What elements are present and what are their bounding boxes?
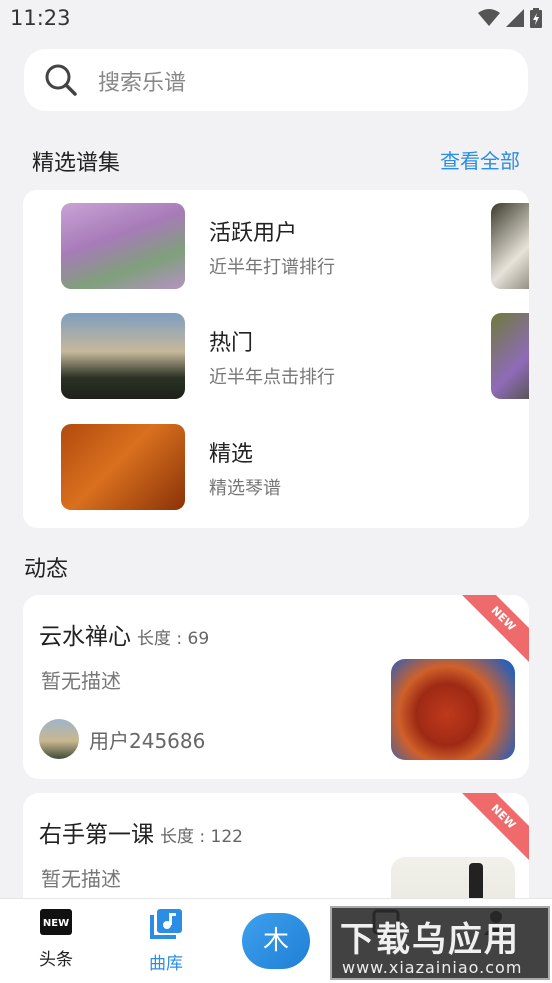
collection-item-hot[interactable]: 热门 近半年点击排行 xyxy=(61,313,461,399)
score-cover-image xyxy=(391,659,515,760)
score-name: 右手第一课 xyxy=(39,822,154,848)
score-length: 长度 : 122 xyxy=(160,827,243,847)
avatar xyxy=(39,719,79,759)
score-length: 长度 : 69 xyxy=(137,629,210,649)
collection-item-active-users[interactable]: 活跃用户 近半年打谱排行 xyxy=(61,203,461,289)
music-library-icon xyxy=(150,909,182,939)
nav-label: 曲库 xyxy=(149,954,183,974)
featured-title: 精选谱集 xyxy=(32,151,121,176)
center-action-button[interactable]: 木 xyxy=(242,913,310,969)
status-time: 11:23 xyxy=(10,6,71,30)
collection-thumbnail xyxy=(61,203,185,289)
score-description: 暂无描述 xyxy=(41,669,121,693)
status-bar: 11:23 xyxy=(0,0,552,38)
collection-subtitle: 近半年点击排行 xyxy=(209,367,335,388)
nav-library[interactable]: 曲库 xyxy=(126,909,206,974)
image-detail xyxy=(469,863,483,903)
score-title: 云水禅心 长度 : 69 xyxy=(39,617,209,651)
collection-item-selected[interactable]: 精选 精选琴谱 xyxy=(61,424,461,510)
feed-title: 动态 xyxy=(24,557,69,582)
signal-icon xyxy=(506,9,524,27)
collection-title: 热门 xyxy=(209,331,254,356)
new-icon: NEW xyxy=(40,909,72,935)
nav-label: 头条 xyxy=(39,950,73,970)
author-name: 用户245686 xyxy=(89,728,206,753)
collection-title: 精选 xyxy=(209,442,254,467)
new-badge: NEW xyxy=(459,595,529,663)
battery-icon xyxy=(530,8,542,28)
svg-text:NEW: NEW xyxy=(43,918,69,929)
search-icon xyxy=(45,64,77,96)
featured-collections-card: 活跃用户 近半年打谱排行 热门 近半年点击排行 精选 精选琴谱 xyxy=(23,190,529,528)
collection-peek-thumbnail[interactable] xyxy=(491,203,529,289)
collection-thumbnail xyxy=(61,424,185,510)
watermark-text: 下载乌应用 xyxy=(340,920,520,960)
watermark-logo: 下载乌应用 www.xiazainiao.com xyxy=(330,906,550,980)
see-all-link[interactable]: 查看全部 xyxy=(440,145,520,174)
collection-subtitle: 精选琴谱 xyxy=(209,478,281,499)
score-description: 暂无描述 xyxy=(41,867,121,891)
wifi-icon xyxy=(478,9,500,26)
score-name: 云水禅心 xyxy=(39,624,131,650)
collection-thumbnail xyxy=(61,313,185,399)
new-badge: NEW xyxy=(459,793,529,861)
watermark-url: www.xiazainiao.com xyxy=(342,958,523,977)
author[interactable]: 用户245686 xyxy=(39,719,205,759)
collection-subtitle: 近半年打谱排行 xyxy=(209,257,335,278)
status-icons xyxy=(478,8,542,28)
search-bar[interactable]: 搜索乐谱 xyxy=(24,49,528,111)
collection-title: 活跃用户 xyxy=(209,221,298,246)
nav-headlines[interactable]: NEW 头条 xyxy=(16,909,96,970)
collection-peek-thumbnail[interactable] xyxy=(491,313,529,399)
score-title: 右手第一课 长度 : 122 xyxy=(39,815,243,849)
search-placeholder: 搜索乐谱 xyxy=(98,71,187,96)
feed-card[interactable]: 云水禅心 长度 : 69 暂无描述 用户245686 NEW xyxy=(23,595,529,779)
